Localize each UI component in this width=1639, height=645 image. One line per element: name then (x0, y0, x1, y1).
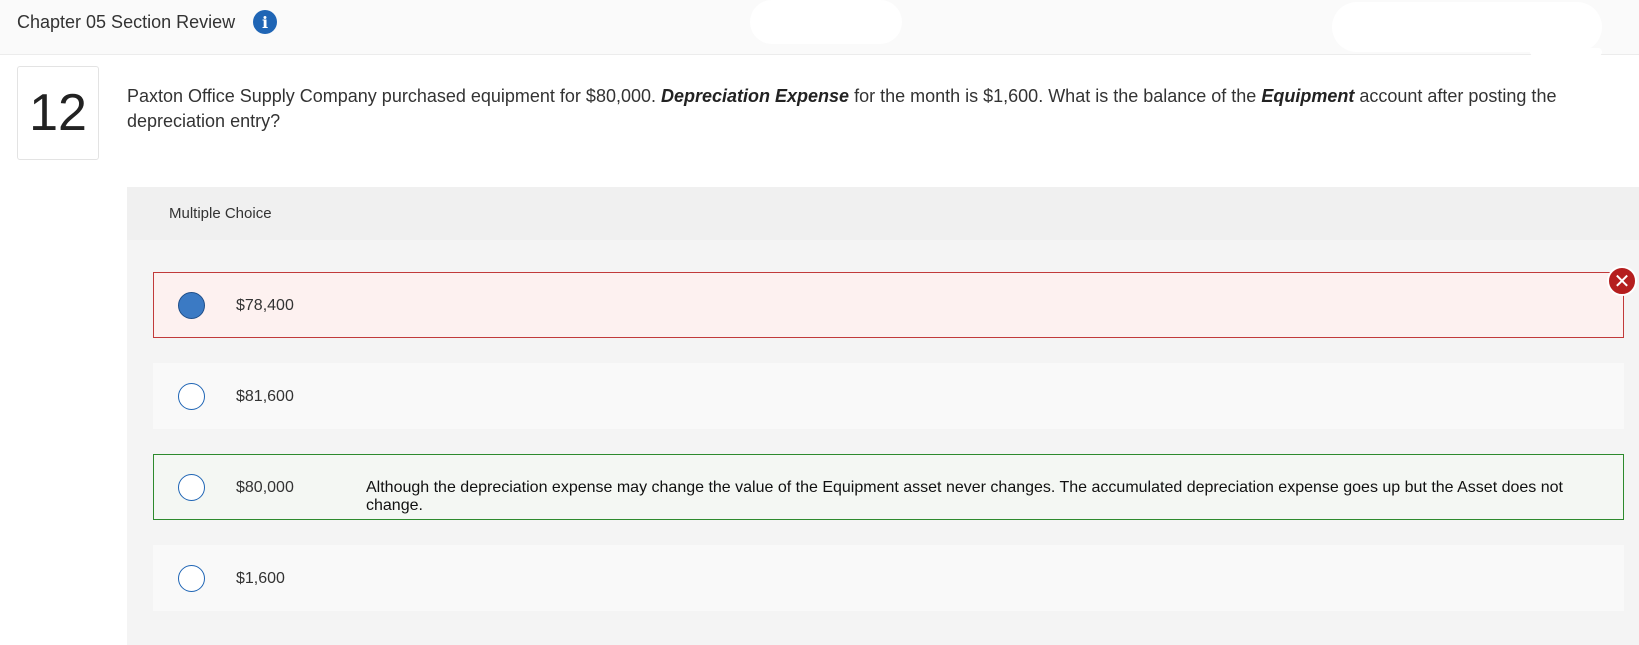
chapter-title: Chapter 05 Section Review (17, 12, 236, 32)
choice-option-4[interactable]: $1,600 (153, 545, 1624, 611)
choice-label: $81,600 (236, 388, 294, 405)
question-number: 12 (17, 66, 99, 160)
choice-option-1[interactable]: $78,400 (153, 272, 1624, 338)
choice-option-3[interactable]: $80,000 Although the depreciation expens… (153, 454, 1624, 520)
top-bar: Chapter 05 Section Review i (0, 0, 1639, 56)
radio-button-selected[interactable] (178, 292, 205, 319)
choice-label: $80,000 (236, 479, 294, 496)
choice-label: $1,600 (236, 570, 285, 587)
question-emphasis-depreciation-expense: Depreciation Expense (661, 86, 850, 106)
question-text: Paxton Office Supply Company purchased e… (127, 84, 1632, 134)
info-icon[interactable]: i (253, 10, 277, 34)
question-text-part: for the month is $1,600. What is the bal… (849, 86, 1262, 106)
question-type-label: Multiple Choice (169, 205, 272, 222)
radio-button[interactable] (178, 474, 205, 501)
question-emphasis-equipment: Equipment (1261, 86, 1355, 106)
choice-option-2[interactable]: $81,600 (153, 363, 1624, 429)
redacted-area (1332, 2, 1602, 52)
choice-label: $78,400 (236, 297, 294, 314)
question-text-part: Paxton Office Supply Company purchased e… (127, 86, 661, 106)
answer-panel-header: Multiple Choice (127, 187, 1639, 240)
radio-button[interactable] (178, 383, 205, 410)
radio-button[interactable] (178, 565, 205, 592)
redacted-area (750, 0, 902, 44)
close-icon: ✕ (1607, 266, 1637, 296)
redacted-area (1530, 48, 1602, 56)
choice-feedback: Although the depreciation expense may ch… (366, 479, 1563, 514)
